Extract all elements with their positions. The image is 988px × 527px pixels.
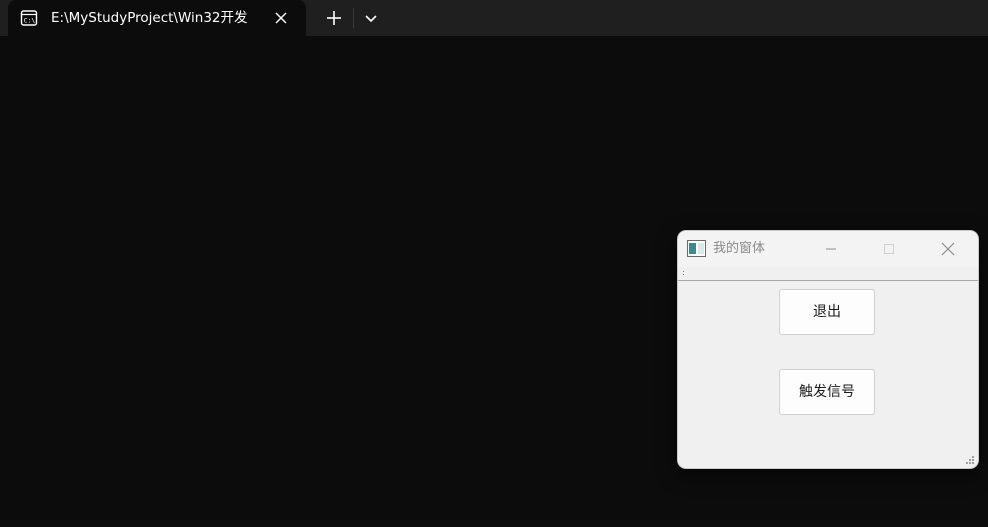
toolbar	[678, 267, 978, 281]
toolbar-grip-icon[interactable]	[682, 270, 685, 278]
tab-title: E:\MyStudyProject\Win32开发	[51, 10, 248, 26]
tab-bar: C:\ E:\MyStudyProject\Win32开发	[0, 0, 988, 36]
app-window: 我的窗体 退出 触发信号	[678, 231, 978, 468]
close-icon[interactable]	[935, 237, 961, 261]
terminal-icon: C:\	[20, 10, 38, 26]
minimize-icon[interactable]	[818, 237, 844, 261]
trigger-signal-button[interactable]: 触发信号	[779, 369, 875, 415]
chevron-down-icon[interactable]	[360, 7, 382, 29]
window-titlebar[interactable]: 我的窗体	[678, 231, 978, 267]
maximize-icon[interactable]	[876, 237, 902, 261]
close-icon[interactable]	[271, 8, 291, 28]
window-icon	[687, 240, 706, 257]
svg-text:C:\: C:\	[24, 17, 36, 25]
plus-icon[interactable]	[322, 6, 346, 30]
exit-button[interactable]: 退出	[779, 289, 875, 335]
resize-grip-icon[interactable]	[965, 455, 975, 465]
tab-active[interactable]: C:\ E:\MyStudyProject\Win32开发	[8, 0, 306, 36]
window-title: 我的窗体	[713, 241, 766, 256]
tab-divider	[353, 8, 354, 28]
